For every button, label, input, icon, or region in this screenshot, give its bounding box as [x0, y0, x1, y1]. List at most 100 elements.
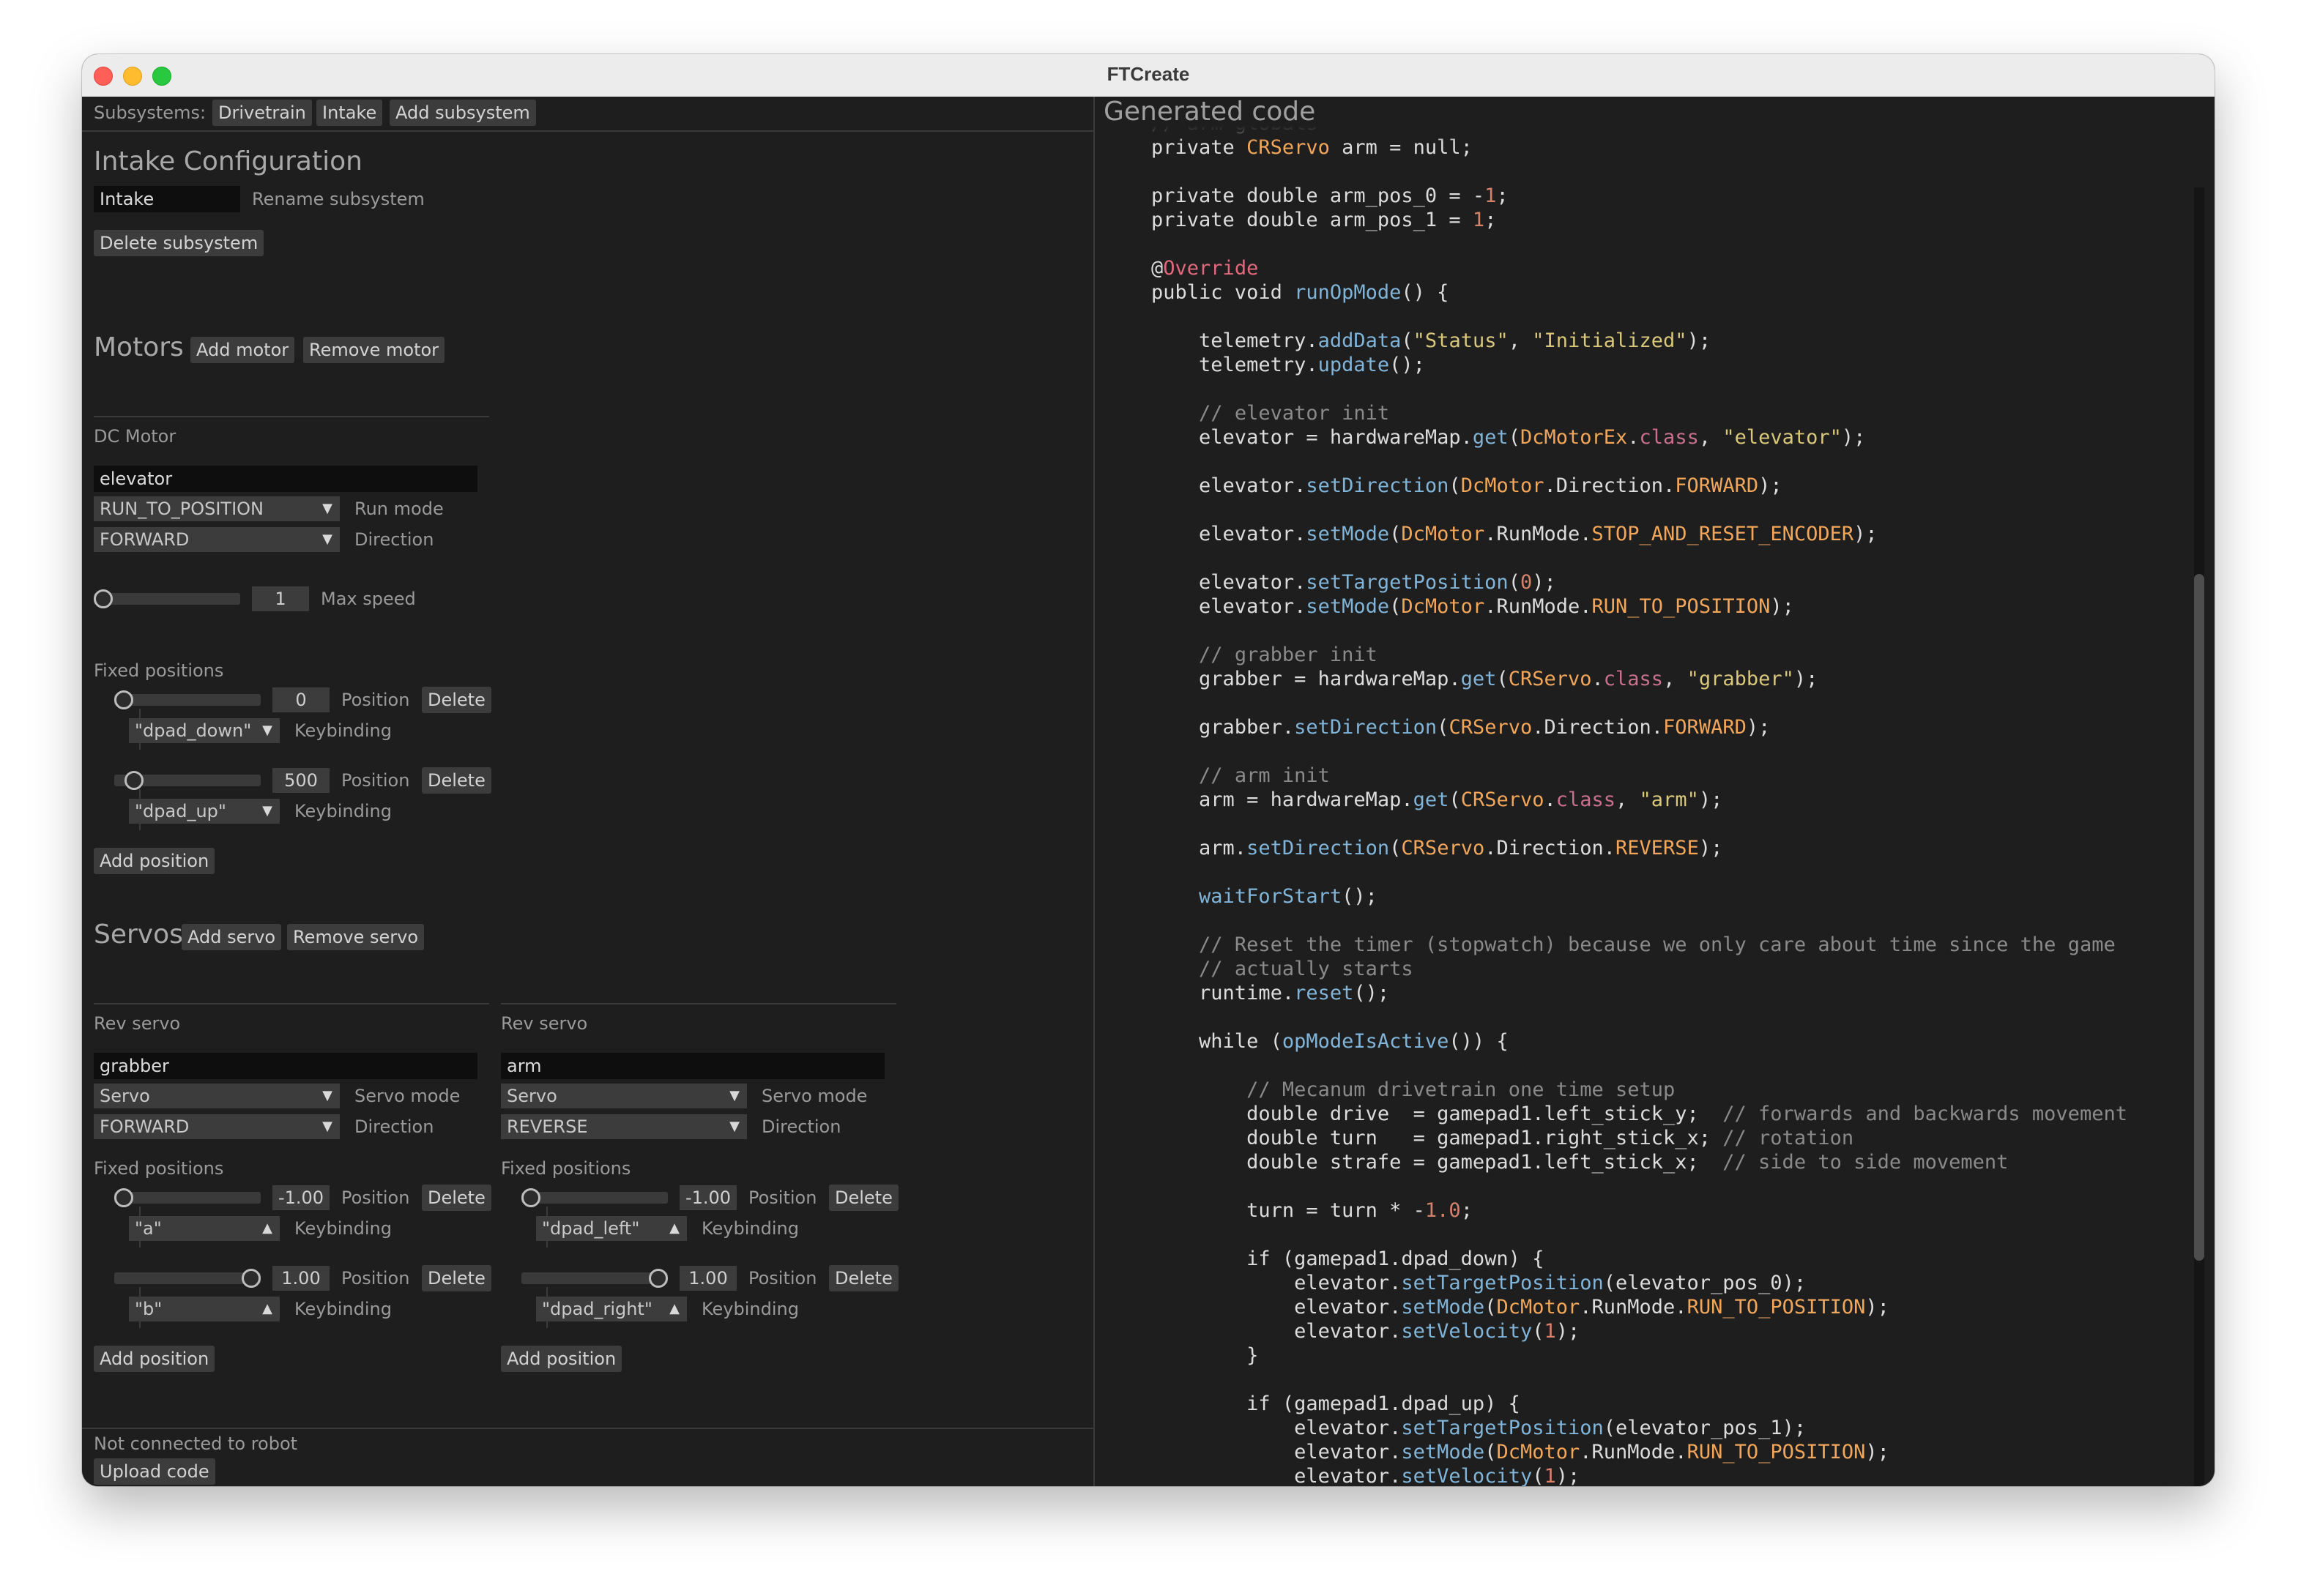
- servo-1-add-position-button[interactable]: Add position: [501, 1346, 622, 1372]
- servo-0-position-1-keybinding: "b": [135, 1299, 163, 1319]
- chevron-down-icon: ▼: [729, 1119, 740, 1134]
- chevron-down-icon: ▼: [322, 501, 332, 516]
- delete-motor-position-0-button[interactable]: Delete: [422, 687, 491, 713]
- upload-code-button[interactable]: Upload code: [94, 1458, 215, 1485]
- servo-0-mode-select[interactable]: Servo ▼: [94, 1084, 340, 1108]
- remove-servo-button[interactable]: Remove servo: [287, 924, 425, 950]
- servo-0-mode-value: Servo: [100, 1086, 150, 1106]
- servo-1-position-0-label: Position: [748, 1187, 817, 1208]
- motor-separator: [94, 416, 489, 417]
- motor-position-0-knob[interactable]: [114, 690, 133, 709]
- motor-position-0-slider[interactable]: [114, 694, 261, 706]
- servo-1-position-0-keybinding-label: Keybinding: [702, 1218, 799, 1239]
- run-mode-select[interactable]: RUN_TO_POSITION ▼: [94, 496, 340, 521]
- servo-1-mode-label: Servo mode: [762, 1086, 868, 1106]
- motor-position-1-keybinding: "dpad_up": [135, 801, 226, 821]
- servo-1-position-1-slider[interactable]: [521, 1272, 668, 1284]
- rename-subsystem-label: Rename subsystem: [252, 189, 425, 209]
- chevron-down-icon: ▼: [262, 803, 272, 818]
- max-speed-value[interactable]: 1: [252, 586, 309, 611]
- tab-drivetrain[interactable]: Drivetrain: [212, 100, 312, 126]
- max-speed-label: Max speed: [321, 589, 416, 609]
- run-mode-label: Run mode: [354, 499, 444, 519]
- motor-position-1-keybinding-select[interactable]: "dpad_up" ▼: [129, 799, 280, 824]
- chevron-up-icon: ▲: [262, 1220, 272, 1236]
- servo-0-position-0-slider[interactable]: [114, 1192, 261, 1204]
- remove-motor-button[interactable]: Remove motor: [303, 337, 445, 363]
- servo-1-type-label: Rev servo: [501, 1013, 588, 1034]
- code-scrollbar-thumb[interactable]: [2194, 574, 2204, 1261]
- motor-direction-label: Direction: [354, 529, 434, 550]
- servo-0-position-1-value[interactable]: 1.00: [272, 1266, 330, 1291]
- delete-servo-0-position-0-button[interactable]: Delete: [422, 1185, 491, 1211]
- add-servo-button[interactable]: Add servo: [182, 924, 282, 950]
- servo-0-position-1-label: Position: [341, 1268, 410, 1289]
- toolbar-divider: [82, 130, 1093, 132]
- servo-1-position-0-slider[interactable]: [521, 1192, 668, 1204]
- servo-0-direction-select[interactable]: FORWARD ▼: [94, 1114, 340, 1139]
- run-mode-value: RUN_TO_POSITION: [100, 499, 264, 519]
- servo-0-separator: [94, 1003, 489, 1004]
- motor-position-1-label: Position: [341, 770, 410, 791]
- motor-position-0-value[interactable]: 0: [272, 687, 330, 712]
- servo-1-position-0-knob[interactable]: [521, 1188, 540, 1207]
- servo-0-position-0-keybinding-label: Keybinding: [294, 1218, 392, 1239]
- motor-position-1-keybinding-label: Keybinding: [294, 801, 392, 821]
- servo-0-add-position-button[interactable]: Add position: [94, 1346, 215, 1372]
- code-scrollbar[interactable]: [2194, 187, 2204, 1486]
- servo-0-position-1-slider[interactable]: [114, 1272, 261, 1284]
- delete-subsystem-button[interactable]: Delete subsystem: [94, 230, 264, 256]
- motor-position-1-value[interactable]: 500: [272, 768, 330, 793]
- servo-1-position-1-value[interactable]: 1.00: [680, 1266, 737, 1291]
- servo-0-position-0-knob[interactable]: [114, 1188, 133, 1207]
- servo-0-position-1-knob[interactable]: [242, 1269, 261, 1288]
- servo-1-position-1-keybinding-select[interactable]: "dpad_right" ▲: [536, 1297, 687, 1321]
- servo-1-name-input[interactable]: arm: [501, 1053, 885, 1079]
- window-title: FTCreate: [1107, 63, 1190, 85]
- max-speed-slider[interactable]: [94, 593, 240, 605]
- motor-type-label: DC Motor: [94, 426, 176, 447]
- tab-intake[interactable]: Intake: [316, 100, 383, 126]
- motor-position-0-keybinding-label: Keybinding: [294, 720, 392, 741]
- servo-0-type-label: Rev servo: [94, 1013, 181, 1034]
- delete-servo-0-position-1-button[interactable]: Delete: [422, 1265, 491, 1291]
- servo-1-direction-value: REVERSE: [507, 1116, 588, 1137]
- servo-1-position-1-label: Position: [748, 1268, 817, 1289]
- motor-add-position-button[interactable]: Add position: [94, 848, 215, 874]
- servo-0-position-0-keybinding-select[interactable]: "a" ▲: [129, 1216, 280, 1241]
- delete-servo-1-position-1-button[interactable]: Delete: [829, 1265, 899, 1291]
- add-subsystem-button[interactable]: Add subsystem: [390, 100, 536, 126]
- servo-1-position-0-keybinding-select[interactable]: "dpad_left" ▲: [536, 1216, 687, 1241]
- max-speed-slider-knob[interactable]: [94, 589, 113, 608]
- servo-0-position-0-keybinding: "a": [135, 1218, 162, 1239]
- chevron-up-icon: ▲: [669, 1301, 680, 1316]
- code-view[interactable]: // arm globals private CRServo arm = nul…: [1104, 126, 2185, 1486]
- servo-1-separator: [501, 1003, 896, 1004]
- add-motor-button[interactable]: Add motor: [190, 337, 295, 363]
- motor-name-input[interactable]: elevator: [94, 466, 477, 492]
- servo-1-direction-select[interactable]: REVERSE ▼: [501, 1114, 747, 1139]
- chevron-up-icon: ▲: [669, 1220, 680, 1236]
- servo-1-position-0-value[interactable]: -1.00: [680, 1185, 737, 1210]
- app-window: FTCreate Subsystems: Drivetrain Intake A…: [82, 54, 2215, 1486]
- servo-0-position-0-value[interactable]: -1.00: [272, 1185, 330, 1210]
- servo-0-position-1-keybinding-label: Keybinding: [294, 1299, 392, 1319]
- delete-motor-position-1-button[interactable]: Delete: [422, 767, 491, 794]
- generated-code: // arm globals private CRServo arm = nul…: [1151, 126, 2127, 1486]
- servo-1-position-1-knob[interactable]: [649, 1269, 668, 1288]
- motor-position-0-keybinding-select[interactable]: "dpad_down" ▼: [129, 718, 280, 743]
- servo-1-mode-select[interactable]: Servo ▼: [501, 1084, 747, 1108]
- motor-direction-select[interactable]: FORWARD ▼: [94, 527, 340, 552]
- subsystem-name-input[interactable]: Intake: [94, 186, 240, 212]
- config-panel: Subsystems: Drivetrain Intake Add subsys…: [82, 97, 1093, 1486]
- motor-position-1-knob[interactable]: [124, 771, 144, 790]
- servo-0-position-1-keybinding-select[interactable]: "b" ▲: [129, 1297, 280, 1321]
- connection-status: Not connected to robot: [94, 1433, 298, 1454]
- delete-servo-1-position-0-button[interactable]: Delete: [829, 1185, 899, 1211]
- servo-1-direction-label: Direction: [762, 1116, 841, 1137]
- title-bar: FTCreate: [82, 54, 2215, 97]
- config-heading: Intake Configuration: [94, 146, 362, 176]
- motor-direction-value: FORWARD: [100, 529, 190, 550]
- motor-position-0-keybinding: "dpad_down": [135, 720, 252, 741]
- servo-0-name-input[interactable]: grabber: [94, 1053, 477, 1079]
